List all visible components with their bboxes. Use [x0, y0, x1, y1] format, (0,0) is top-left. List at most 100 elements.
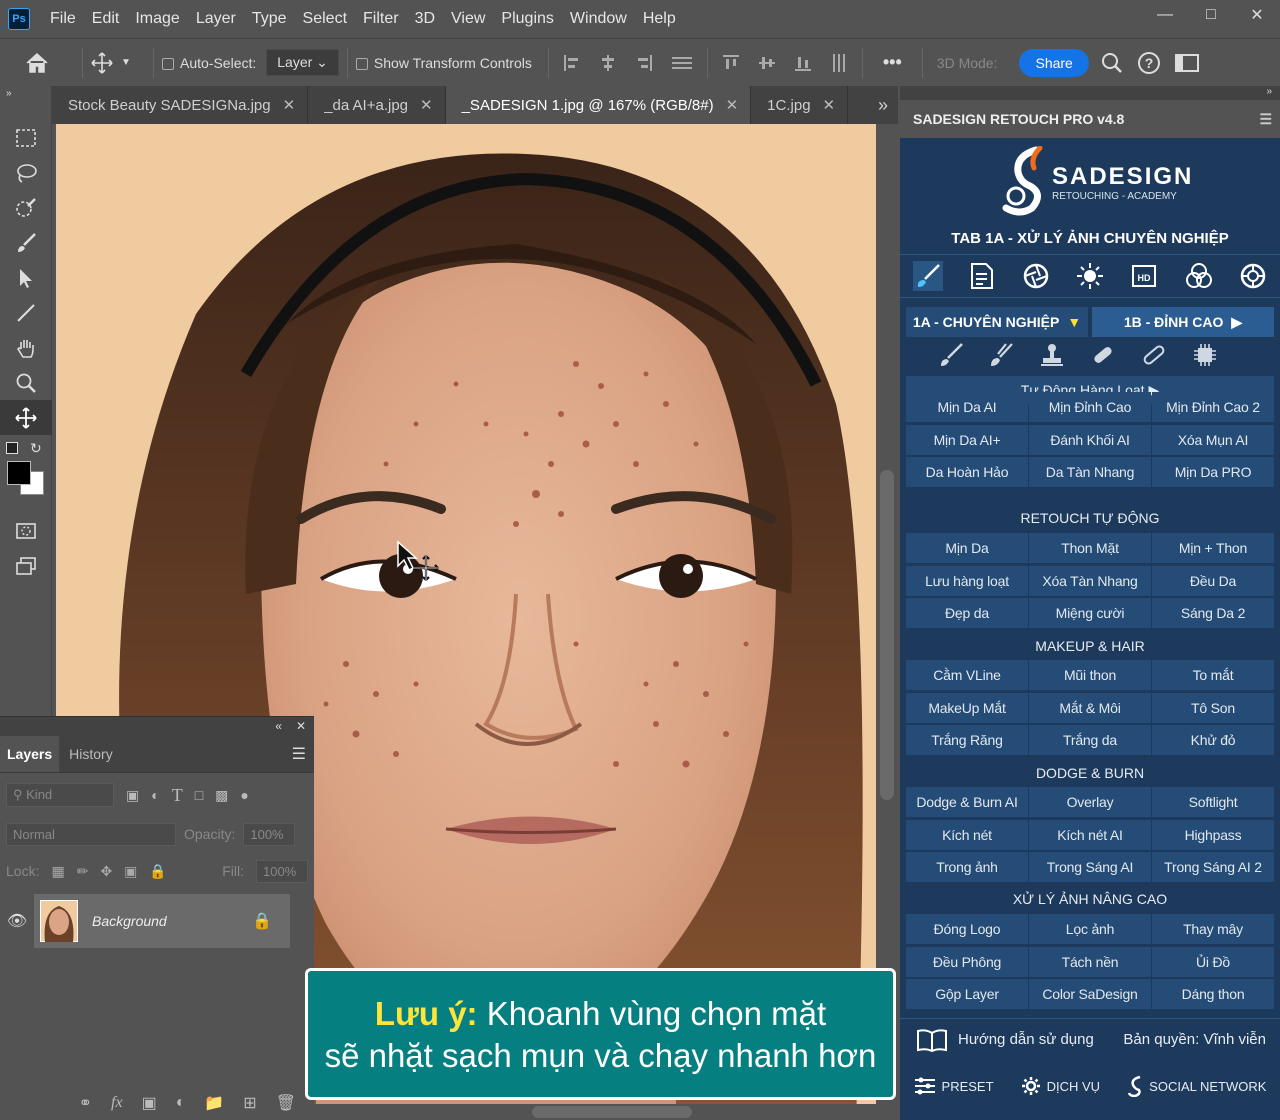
swap-colors-icon[interactable]: ↻ — [30, 440, 42, 457]
align-middle-icon[interactable] — [758, 54, 776, 72]
auto-action-button[interactable]: Xóa Tàn Nhang — [1029, 565, 1151, 596]
path-selection-tool-icon[interactable] — [0, 260, 52, 295]
sub-tab-dinh-cao[interactable]: 1B - ĐỈNH CAO ▶ — [1092, 307, 1274, 337]
menu-file[interactable]: File — [42, 0, 84, 38]
layer-style-icon[interactable]: fx — [111, 1094, 123, 1112]
advanced-action-button[interactable]: Thay mây — [1152, 914, 1274, 944]
tab-sadesign-1[interactable]: _SADESIGN 1.jpg @ 167% (RGB/8#) ✕ — [445, 86, 752, 124]
auto-action-button[interactable]: Sáng Da 2 — [1152, 598, 1274, 628]
new-adjustment-icon[interactable]: ◐ — [176, 1094, 186, 1112]
preset-button[interactable]: PRESET — [914, 1076, 994, 1096]
advanced-action-button[interactable]: Lọc ảnh — [1029, 914, 1151, 944]
dodge-action-button[interactable]: Kích nét — [906, 819, 1028, 850]
aperture-tab-icon[interactable] — [1022, 262, 1050, 290]
menu-edit[interactable]: Edit — [84, 0, 128, 38]
lens-tab-icon[interactable] — [1239, 262, 1267, 290]
distribute-icon[interactable] — [671, 54, 693, 72]
collapse-right-panel-icon[interactable]: » — [900, 86, 1280, 100]
link-layers-icon[interactable]: ⚭ — [79, 1093, 92, 1113]
opacity-field[interactable]: 100% — [243, 822, 296, 846]
auto-action-button[interactable]: Đẹp da — [906, 598, 1028, 628]
collapse-toolbar-icon[interactable]: » — [0, 86, 51, 120]
stamp-icon[interactable] — [1039, 342, 1065, 368]
brush-double-icon[interactable] — [988, 342, 1016, 368]
default-colors-icon[interactable] — [6, 442, 18, 454]
move-tool-icon[interactable] — [0, 400, 52, 435]
menu-help[interactable]: Help — [635, 0, 684, 38]
search-icon[interactable] — [1101, 52, 1123, 74]
brush-icon[interactable] — [938, 342, 964, 368]
layer-name[interactable]: Background — [92, 913, 238, 929]
filter-pixel-icon[interactable]: ▣ — [126, 787, 139, 804]
retouch-panel-menu-icon[interactable]: ☰ — [1259, 111, 1280, 128]
quick-selection-tool-icon[interactable] — [0, 190, 52, 225]
menu-layer[interactable]: Layer — [188, 0, 244, 38]
close-icon[interactable]: ✕ — [1234, 0, 1280, 30]
new-group-icon[interactable]: 📁 — [204, 1093, 224, 1113]
menu-image[interactable]: Image — [127, 0, 187, 38]
advanced-action-button[interactable]: Color SaDesign — [1029, 979, 1151, 1009]
fill-field[interactable]: 100% — [256, 859, 308, 883]
quick-mask-icon[interactable] — [0, 513, 52, 548]
close-tab-icon[interactable]: ✕ — [726, 96, 739, 114]
advanced-action-button[interactable]: Tách nền — [1029, 946, 1151, 977]
lock-artboard-icon[interactable]: ▣ — [124, 863, 137, 880]
skin-action-button[interactable]: Mịn Da PRO — [1152, 457, 1274, 487]
skin-action-button[interactable]: Mịn Da AI — [906, 392, 1028, 422]
tab-layers[interactable]: Layers — [0, 735, 60, 772]
tab-da-ai[interactable]: _da AI+a.jpg ✕ — [308, 86, 446, 124]
visibility-eye-icon[interactable]: 👁 — [0, 911, 34, 931]
advanced-action-button[interactable]: Dáng thon — [1152, 979, 1274, 1009]
dodge-action-button[interactable]: Highpass — [1152, 819, 1274, 850]
skin-action-button[interactable]: Mịn Đỉnh Cao 2 — [1152, 392, 1274, 422]
advanced-action-button[interactable]: Đóng Logo — [906, 914, 1028, 944]
advanced-action-button[interactable]: Ủi Đồ — [1152, 946, 1274, 977]
skin-action-button[interactable]: Xóa Mụn AI — [1152, 424, 1274, 455]
skin-action-button[interactable]: Đánh Khối AI — [1029, 424, 1151, 455]
document-tab-icon[interactable] — [969, 262, 995, 290]
lock-all-icon[interactable]: 🔒 — [149, 863, 166, 880]
dodge-action-button[interactable]: Dodge & Burn AI — [906, 787, 1028, 817]
vertical-scrollbar-thumb[interactable] — [880, 470, 894, 800]
makeup-action-button[interactable]: Cằm VLine — [906, 660, 1028, 690]
service-button[interactable]: DỊCH VỤ — [1021, 1076, 1100, 1096]
menu-3d[interactable]: 3D — [407, 0, 443, 38]
menu-select[interactable]: Select — [295, 0, 355, 38]
align-left-icon[interactable] — [563, 54, 581, 72]
makeup-action-button[interactable]: Trắng Răng — [906, 725, 1028, 755]
filter-toggle-icon[interactable]: ● — [240, 787, 248, 803]
minimize-icon[interactable]: — — [1142, 0, 1188, 30]
kind-filter[interactable]: ⚲ Kind — [6, 783, 114, 807]
menu-view[interactable]: View — [443, 0, 493, 38]
align-top-icon[interactable] — [722, 54, 740, 72]
auto-action-button[interactable]: Mịn Da — [906, 533, 1028, 563]
auto-action-button[interactable]: Lưu hàng loạt — [906, 565, 1028, 596]
menu-window[interactable]: Window — [562, 0, 635, 38]
makeup-action-button[interactable]: Mắt & Môi — [1029, 692, 1151, 723]
filter-smart-object-icon[interactable]: ▩ — [215, 787, 228, 804]
more-tabs-icon[interactable]: » — [867, 86, 898, 124]
tab-1c[interactable]: 1C.jpg ✕ — [751, 86, 849, 124]
menu-type[interactable]: Type — [244, 0, 295, 38]
auto-action-button[interactable]: Miệng cười — [1029, 598, 1151, 628]
workspace-icon[interactable] — [1174, 53, 1199, 73]
lock-pixels-icon[interactable]: ✏ — [77, 863, 89, 880]
delete-layer-icon[interactable]: 🗑 — [276, 1093, 296, 1113]
bandage-icon[interactable] — [1140, 342, 1168, 368]
dodge-action-button[interactable]: Trong Sáng AI 2 — [1152, 852, 1274, 882]
advanced-action-button[interactable]: Đều Phông — [906, 946, 1028, 977]
horizontal-scrollbar-thumb[interactable] — [532, 1106, 692, 1118]
makeup-action-button[interactable]: Khử đỏ — [1152, 725, 1274, 755]
makeup-action-button[interactable]: Tô Son — [1152, 692, 1274, 723]
filter-adjustment-icon[interactable]: ◐ — [151, 787, 159, 803]
move-tool-preset-icon[interactable]: ▼ — [91, 51, 145, 74]
close-tab-icon[interactable]: ✕ — [823, 96, 836, 114]
lasso-tool-icon[interactable] — [0, 155, 52, 190]
blend-mode-dropdown[interactable]: Normal — [6, 822, 176, 846]
tab-stock-beauty[interactable]: Stock Beauty SADESIGNa.jpg ✕ — [52, 86, 309, 124]
auto-action-button[interactable]: Đều Da — [1152, 565, 1274, 596]
auto-action-button[interactable]: Thon Mặt — [1029, 533, 1151, 563]
auto-select-dropdown[interactable]: Layer ⌄ — [266, 49, 339, 76]
social-button[interactable]: SOCIAL NETWORK — [1127, 1075, 1266, 1097]
makeup-action-button[interactable]: MakeUp Mắt — [906, 692, 1028, 723]
